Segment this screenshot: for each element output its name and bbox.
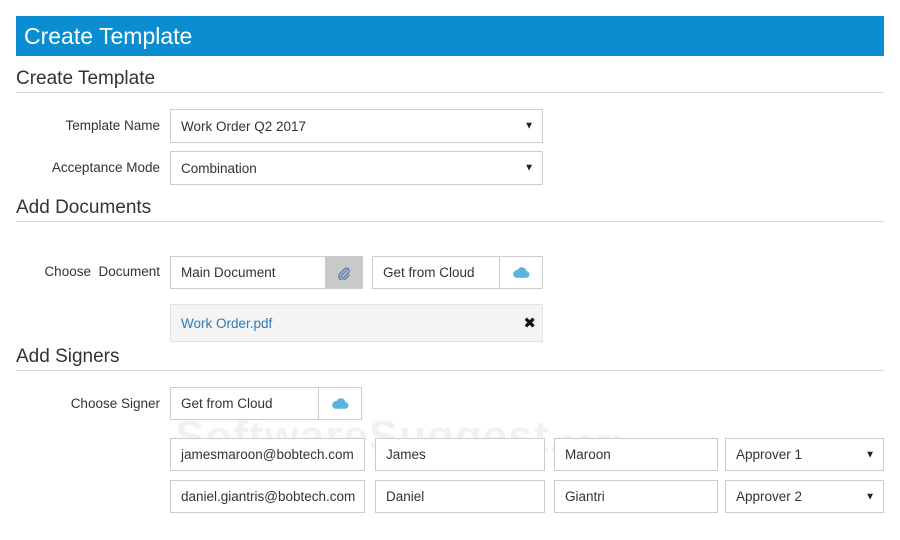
caret-down-icon: ▼ [865, 491, 875, 502]
signer-first-name-input[interactable]: Daniel [375, 480, 545, 513]
section-divider [16, 370, 884, 371]
cloud-icon [332, 398, 349, 409]
section-heading-add-documents: Add Documents [16, 197, 152, 218]
attached-file-link[interactable]: Work Order.pdf [181, 316, 272, 331]
attached-file-row: Work Order.pdf ✖ [170, 304, 543, 342]
attach-button[interactable] [325, 257, 362, 288]
paperclip-icon [338, 267, 350, 280]
document-cloud-label: Get from Cloud [383, 265, 475, 280]
caret-down-icon: ▼ [865, 449, 875, 460]
signer-get-from-cloud-button[interactable]: Get from Cloud [170, 387, 362, 420]
document-cloud-icon-button[interactable] [499, 257, 542, 288]
main-document-label: Main Document [181, 265, 276, 280]
acceptance-mode-label: Acceptance Mode [51, 160, 160, 175]
caret-down-icon: ▼ [524, 120, 534, 132]
section-heading-add-signers: Add Signers [16, 346, 120, 367]
main-document-button[interactable]: Main Document [170, 256, 363, 289]
header-bar: Create Template [16, 16, 884, 56]
signer-last-name-input[interactable]: Giantri [554, 480, 718, 513]
choose-document-label: Choose Document [44, 264, 160, 279]
page-title: Create Template [24, 22, 193, 49]
acceptance-mode-select[interactable]: Combination ▼ [170, 151, 543, 185]
cloud-icon [513, 267, 530, 278]
acceptance-mode-value: Combination [181, 160, 257, 176]
section-divider [16, 221, 884, 222]
close-icon[interactable]: ✖ [523, 314, 536, 332]
signer-role-select[interactable]: Approver 1 ▼ [725, 438, 884, 471]
signer-cloud-label: Get from Cloud [181, 396, 273, 411]
signer-cloud-icon-button[interactable] [318, 388, 361, 419]
signer-email-input[interactable]: jamesmaroon@bobtech.com [170, 438, 365, 471]
signer-first-name-input[interactable]: James [375, 438, 545, 471]
signer-email-input[interactable]: daniel.giantris@bobtech.com [170, 480, 365, 513]
section-divider [16, 92, 884, 93]
caret-down-icon: ▼ [524, 162, 534, 174]
document-get-from-cloud-button[interactable]: Get from Cloud [372, 256, 543, 289]
template-name-label: Template Name [65, 118, 160, 133]
section-heading-create-template: Create Template [16, 68, 156, 89]
choose-signer-label: Choose Signer [70, 396, 160, 411]
template-name-select[interactable]: Work Order Q2 2017 ▼ [170, 109, 543, 143]
signer-last-name-input[interactable]: Maroon [554, 438, 718, 471]
signer-role-select[interactable]: Approver 2 ▼ [725, 480, 884, 513]
template-name-value: Work Order Q2 2017 [181, 118, 307, 134]
